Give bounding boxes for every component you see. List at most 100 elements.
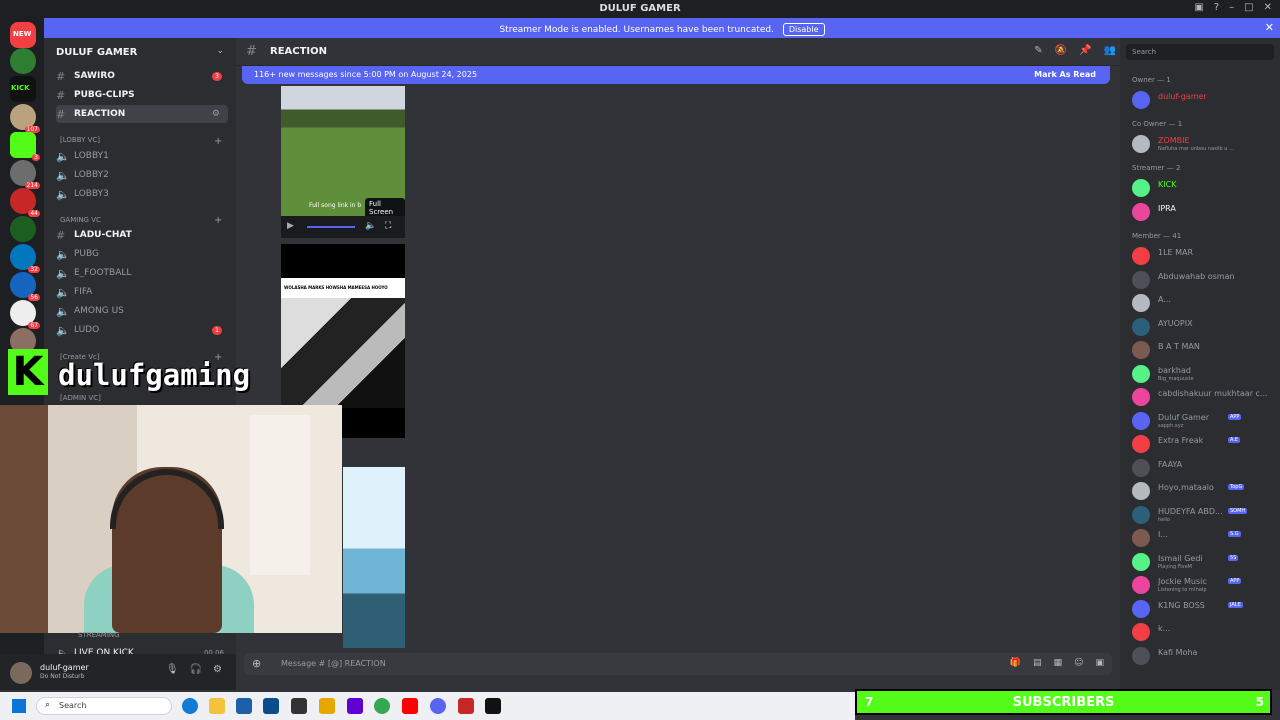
help-icon[interactable]: ? <box>1214 2 1219 13</box>
play-icon[interactable]: ▶ <box>287 221 294 231</box>
server-icon[interactable]: 44 <box>10 188 40 217</box>
microphone-icon[interactable]: 🎙 <box>166 664 179 675</box>
username[interactable]: duluf-gamer <box>40 663 89 672</box>
server-icon[interactable]: 67 <box>10 300 40 329</box>
chevron-down-icon[interactable]: ⌄ <box>216 46 224 56</box>
category-admin[interactable]: [ADMIN VC] <box>60 394 101 402</box>
member-item[interactable]: Extra Freak A.E <box>1130 434 1280 454</box>
member-item[interactable]: AYUOPIX <box>1130 317 1280 337</box>
member-item[interactable]: duluf-gamer <box>1130 90 1280 110</box>
gear-icon[interactable]: ⚙ <box>213 664 222 675</box>
yahoo-icon[interactable] <box>347 698 363 714</box>
member-search-input[interactable]: Search <box>1126 44 1274 60</box>
voice-channel-among-us[interactable]: 🔈 AMONG US <box>56 302 228 320</box>
sticker-icon[interactable]: ▦ <box>1054 658 1063 668</box>
fullscreen-icon[interactable]: ⛶ <box>385 221 391 231</box>
progress-bar[interactable] <box>307 226 355 228</box>
member-item[interactable]: cabdishakuur mukhtaar c... <box>1130 387 1280 407</box>
member-item[interactable]: K1NG BOSS JALE <box>1130 599 1280 619</box>
app-icon[interactable] <box>291 698 307 714</box>
voice-channel-fifa[interactable]: 🔈 FIFA <box>56 283 228 301</box>
server-icon[interactable]: 56 <box>10 272 40 301</box>
video-attachment[interactable]: Full song link in b Full Screen ▶ 🔈 ⛶ <box>281 86 405 238</box>
member-item[interactable]: B A T MAN <box>1130 340 1280 360</box>
minimize-icon[interactable]: – <box>1229 2 1234 13</box>
avatar[interactable] <box>10 662 32 684</box>
server-icon[interactable] <box>10 48 36 74</box>
attach-icon[interactable]: ⊕ <box>252 657 261 670</box>
youtube-icon[interactable] <box>402 698 418 714</box>
file-explorer-icon[interactable] <box>209 698 225 714</box>
voice-channel-lobby3[interactable]: 🔈 LOBBY3 <box>56 185 228 203</box>
member-item[interactable]: HUDEYFA ABD... SOMH hello <box>1130 505 1280 525</box>
member-item[interactable]: Hoyo,mataalo TopG <box>1130 481 1280 501</box>
kick-server-icon[interactable]: KICK <box>10 76 36 102</box>
store-icon[interactable] <box>236 698 252 714</box>
emoji-icon[interactable]: ☺ <box>1074 658 1083 668</box>
voice-channel-efootball[interactable]: 🔈 E_FOOTBALL <box>56 264 228 282</box>
channel-ladu-chat[interactable]: # LADU-CHAT <box>56 226 228 244</box>
headphones-icon[interactable]: 🎧 <box>190 664 202 675</box>
member-item[interactable]: 1LE MAR <box>1130 246 1280 266</box>
edge-icon[interactable] <box>182 698 198 714</box>
pin-icon[interactable]: 📌 <box>1079 45 1091 56</box>
maximize-icon[interactable]: □ <box>1244 2 1253 13</box>
close-icon[interactable]: ✕ <box>1265 21 1274 34</box>
obs-icon[interactable] <box>485 698 501 714</box>
member-item[interactable]: Kafi Moha <box>1130 646 1280 666</box>
windows-start-icon[interactable] <box>12 699 26 713</box>
guild-name[interactable]: DULUF GAMER <box>56 47 137 58</box>
app-icon[interactable] <box>458 698 474 714</box>
channel-pubg-clips[interactable]: # PUBG-CLIPS <box>56 86 228 104</box>
member-item[interactable]: barkhad Big_maquuste <box>1130 364 1280 384</box>
voice-channel-lobby2[interactable]: 🔈 LOBBY2 <box>56 166 228 184</box>
voice-channel-ludo[interactable]: 🔈 LUDO 1 <box>56 321 228 339</box>
new-messages-bar[interactable]: 116+ new messages since 5:00 PM on Augus… <box>242 66 1110 84</box>
gift-icon[interactable]: 🎁 <box>1010 658 1021 668</box>
message-composer[interactable]: ⊕ Message # [@] REACTION 🎁 ▤ ▦ ☺ ▣ <box>244 653 1112 675</box>
channel-sawiro[interactable]: # SAWIRO 3 <box>56 67 228 85</box>
category-lobby[interactable]: [LOBBY VC] <box>60 136 100 144</box>
server-icon[interactable]: 107 <box>10 104 40 133</box>
member-item[interactable]: A... <box>1130 293 1280 313</box>
discord-icon[interactable] <box>430 698 446 714</box>
app-icon[interactable] <box>263 698 279 714</box>
gif-icon[interactable]: ▤ <box>1033 658 1042 668</box>
member-item[interactable]: Abduwahab osman <box>1130 270 1280 290</box>
new-badge[interactable]: NEW <box>10 22 36 48</box>
app-icon[interactable] <box>319 698 335 714</box>
member-item[interactable]: Jockie Music APP Listening to m!help <box>1130 575 1280 595</box>
member-item[interactable]: Ismail Gedi 5S Playing FiveM <box>1130 552 1280 572</box>
member-item[interactable]: ZOMBIE Nafluha mar unbou nasiib u ... <box>1130 134 1280 154</box>
taskbar-search[interactable]: ⌕ Search <box>36 697 172 715</box>
category-gaming[interactable]: GAMING VC <box>60 216 101 224</box>
volume-icon[interactable]: 🔈 <box>365 221 376 231</box>
message-input[interactable]: Message # [@] REACTION <box>281 659 386 668</box>
member-item[interactable]: k... <box>1130 622 1280 642</box>
inbox-icon[interactable]: ▣ <box>1194 2 1203 13</box>
server-icon[interactable] <box>10 216 36 242</box>
member-item[interactable]: FAAYA <box>1130 458 1280 478</box>
channel-reaction[interactable]: # REACTION ⚙ <box>56 105 228 123</box>
add-channel-icon[interactable]: + <box>214 215 222 226</box>
member-item[interactable]: Duluf Gamer APP sapph.xyz <box>1130 411 1280 431</box>
apps-icon[interactable]: ▣ <box>1095 658 1104 668</box>
threads-icon[interactable]: ✎ <box>1034 45 1042 56</box>
member-item[interactable]: I... S.G <box>1130 528 1280 548</box>
member-list-icon[interactable]: 👥 <box>1104 45 1116 56</box>
video-attachment[interactable] <box>343 467 405 648</box>
member-item[interactable]: KICK <box>1130 178 1280 198</box>
server-icon[interactable]: 214 <box>10 160 40 189</box>
disable-streamer-mode-button[interactable]: Disable <box>782 23 825 36</box>
server-icon[interactable]: 3 <box>10 132 40 161</box>
settings-icon[interactable]: ⚙ <box>212 109 220 119</box>
voice-channel-pubg[interactable]: 🔈 PUBG <box>56 245 228 263</box>
mark-as-read-button[interactable]: Mark As Read <box>1034 70 1096 79</box>
member-item[interactable]: IPRA <box>1130 202 1280 222</box>
close-window-icon[interactable]: ✕ <box>1264 2 1272 13</box>
mute-icon[interactable]: 🔕 <box>1055 45 1067 56</box>
voice-channel-lobby1[interactable]: 🔈 LOBBY1 <box>56 147 228 165</box>
chrome-icon[interactable] <box>374 698 390 714</box>
add-channel-icon[interactable]: + <box>214 136 222 147</box>
server-icon[interactable]: 32 <box>10 244 40 273</box>
